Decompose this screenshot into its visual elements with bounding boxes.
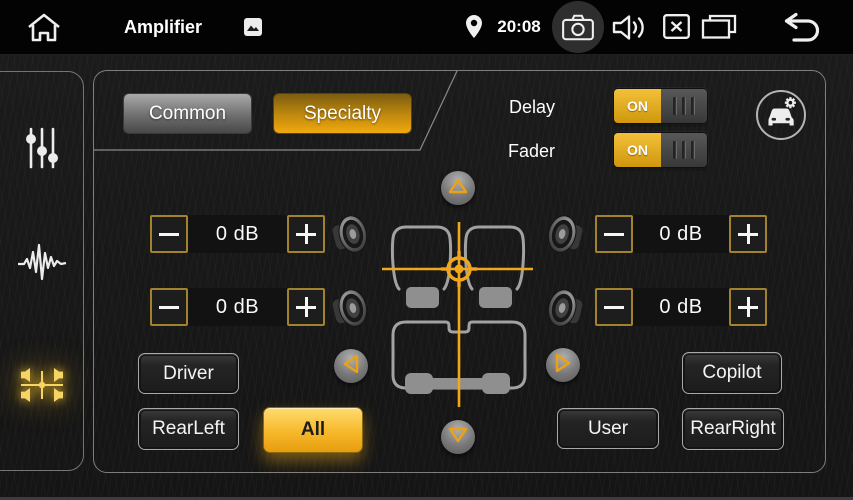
car-settings-button[interactable] <box>756 90 806 140</box>
preset-label: RearLeft <box>152 418 225 440</box>
camera-icon <box>562 14 594 41</box>
increase-button[interactable] <box>287 215 325 253</box>
clock: 20:08 <box>494 0 544 54</box>
balance-fader-icon[interactable] <box>19 360 65 410</box>
tab-specialty-label: Specialty <box>304 103 381 125</box>
toggle-grip <box>661 89 707 123</box>
preset-label: User <box>588 418 628 440</box>
preset-label: Copilot <box>702 362 761 384</box>
preset-rearright-button[interactable]: RearRight <box>682 408 784 450</box>
location-icon <box>466 15 482 39</box>
fader-toggle[interactable]: ON <box>613 132 708 168</box>
tab-specialty[interactable]: Specialty <box>273 93 412 134</box>
increase-button[interactable] <box>729 288 767 326</box>
statusbar: Amplifier 20:08 <box>0 0 853 55</box>
gain-value: 0 dB <box>216 223 259 246</box>
delay-label: Delay <box>470 97 555 118</box>
close-window-icon[interactable] <box>663 14 690 39</box>
toggle-on-label: ON <box>614 133 661 167</box>
car-settings-icon <box>763 96 799 135</box>
arrow-left-button[interactable] <box>334 349 368 383</box>
delay-toggle[interactable]: ON <box>613 88 708 124</box>
preset-copilot-button[interactable]: Copilot <box>682 352 782 394</box>
decrease-button[interactable] <box>595 215 633 253</box>
arrow-right-icon <box>554 352 572 379</box>
decrease-button[interactable] <box>150 288 188 326</box>
gain-value: 0 dB <box>659 296 702 319</box>
tab-common-label: Common <box>149 103 226 125</box>
screenshot-button[interactable] <box>552 1 604 53</box>
head-unit-screen: Amplifier 20:08 <box>0 0 853 500</box>
speaker-icon <box>547 284 585 334</box>
sound-effect-wave-icon[interactable] <box>16 240 68 284</box>
increase-button[interactable] <box>729 215 767 253</box>
decrease-button[interactable] <box>150 215 188 253</box>
arrow-right-button[interactable] <box>546 348 580 382</box>
speaker-icon <box>330 210 368 260</box>
decrease-button[interactable] <box>595 288 633 326</box>
toggle-grip <box>661 133 707 167</box>
volume-icon[interactable] <box>612 14 648 41</box>
arrow-down-icon <box>447 426 469 449</box>
tab-common[interactable]: Common <box>123 93 252 134</box>
page-title: Amplifier <box>124 0 202 54</box>
toggle-on-label: ON <box>614 89 661 123</box>
preset-label: Driver <box>163 363 214 385</box>
gain-rear-left: 0 dB <box>150 288 325 326</box>
gain-front-right: 0 dB <box>595 215 767 253</box>
preset-all-button[interactable]: All <box>263 407 363 453</box>
gain-rear-right: 0 dB <box>595 288 767 326</box>
preset-user-button[interactable]: User <box>557 408 659 449</box>
equalizer-icon[interactable] <box>24 126 60 170</box>
preset-rearleft-button[interactable]: RearLeft <box>138 408 239 450</box>
gallery-icon[interactable] <box>243 17 263 37</box>
fader-label: Fader <box>470 141 555 162</box>
recent-apps-icon[interactable] <box>701 14 737 39</box>
home-icon[interactable] <box>26 11 62 43</box>
arrow-up-button[interactable] <box>441 171 475 205</box>
speaker-icon <box>547 210 585 260</box>
arrow-left-icon <box>342 353 360 380</box>
preset-label: All <box>301 419 325 441</box>
preset-label: RearRight <box>690 418 776 440</box>
arrow-up-icon <box>447 177 469 200</box>
preset-driver-button[interactable]: Driver <box>138 353 239 394</box>
arrow-down-button[interactable] <box>441 420 475 454</box>
speaker-icon <box>330 284 368 334</box>
gain-value: 0 dB <box>216 296 259 319</box>
back-icon[interactable] <box>782 12 822 42</box>
gain-front-left: 0 dB <box>150 215 325 253</box>
gain-value: 0 dB <box>659 223 702 246</box>
increase-button[interactable] <box>287 288 325 326</box>
